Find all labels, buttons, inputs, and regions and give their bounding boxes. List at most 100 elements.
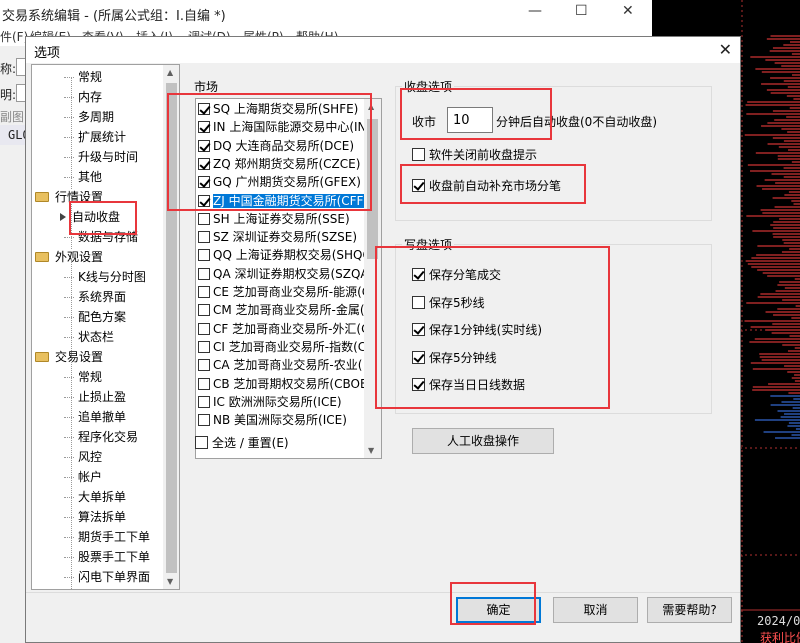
market-item-checkbox[interactable] — [198, 121, 210, 134]
tree-item-node[interactable]: K线与分时图 — [64, 268, 148, 286]
market-item[interactable]: ZJ 中国金融期货交易所(CFFE — [198, 192, 372, 210]
help-button[interactable]: 需要帮助? — [647, 597, 732, 623]
market-item[interactable]: CB 芝加哥期权交易所(CBOE — [198, 375, 368, 393]
market-item-checkbox[interactable] — [198, 322, 210, 335]
tree-item-node[interactable]: 闪电下单界面 — [64, 568, 152, 586]
write-option-checkbox[interactable]: 保存分笔成交 — [412, 267, 501, 283]
market-item[interactable]: SQ 上海期货交易所(SHFE) — [198, 100, 358, 118]
tree-item-node[interactable]: 止损止盈 — [64, 388, 128, 406]
tree-item-node[interactable]: 帐户 — [64, 468, 104, 486]
scroll-down-icon[interactable]: ▼ — [167, 577, 173, 586]
market-scroll-down-icon[interactable]: ▼ — [368, 446, 374, 455]
tree-item-node[interactable]: 其他 — [64, 168, 104, 186]
market-item[interactable]: DQ 大连商品交易所(DCE) — [198, 137, 354, 155]
market-item[interactable]: ZQ 郑州期货交易所(CZCE) — [198, 155, 360, 173]
market-item-checkbox[interactable] — [198, 267, 210, 280]
market-scroll-thumb[interactable] — [367, 119, 378, 259]
market-item-checkbox[interactable] — [198, 103, 210, 115]
tree-item-node[interactable]: 自动收盘 — [60, 208, 123, 226]
market-item-checkbox[interactable] — [198, 231, 210, 244]
scroll-up-icon[interactable]: ▲ — [167, 68, 173, 77]
market-item-checkbox[interactable] — [198, 249, 210, 262]
market-item[interactable]: IN 上海国际能源交易中心(IN — [198, 118, 367, 136]
market-item-checkbox[interactable] — [198, 212, 210, 225]
market-item-checkbox[interactable] — [198, 157, 210, 170]
tree-item-node[interactable]: 常规 — [64, 68, 104, 86]
close-option-checkbox[interactable]: 软件关闭前收盘提示 — [412, 147, 537, 163]
market-item[interactable]: QA 深圳证券期权交易(SZQA — [198, 265, 369, 283]
tree-item-node[interactable]: 大单拆单 — [64, 488, 128, 506]
ok-button[interactable]: 确定 — [456, 597, 541, 623]
tree-item-node[interactable]: 常规 — [64, 368, 104, 386]
market-item[interactable]: NB 美国洲际交易所(ICE) — [198, 411, 347, 429]
write-option-checkbox[interactable]: 保存当日日线数据 — [412, 377, 525, 393]
write-option-checkbox[interactable]: 保存1分钟线(实时线) — [412, 322, 542, 338]
tree-item-node[interactable]: 期货手工下单 — [64, 528, 152, 546]
select-all-checkbox[interactable]: 全选 / 重置(E) — [195, 435, 289, 451]
tree-item-node[interactable]: 多周期 — [64, 108, 116, 126]
market-item[interactable]: QQ 上海证券期权交易(SHQO — [198, 246, 372, 264]
market-item-label: IN 上海国际能源交易中心(IN — [213, 120, 367, 135]
market-item-checkbox[interactable] — [198, 194, 210, 207]
market-item[interactable]: SH 上海证券交易所(SSE) — [198, 210, 350, 228]
market-item[interactable]: CF 芝加哥商业交易所-外汇(C — [198, 320, 370, 338]
market-item[interactable]: CI 芝加哥商业交易所-指数(C — [198, 338, 366, 356]
tree-item-node[interactable]: 数据与存储 — [64, 228, 140, 246]
checkbox-box[interactable] — [412, 295, 425, 309]
tree-item-node[interactable]: 风控 — [64, 448, 104, 466]
checkbox-box[interactable] — [412, 268, 425, 281]
tree-group-node[interactable]: 外观设置 — [35, 248, 105, 266]
minimize-icon[interactable]: — — [528, 3, 542, 19]
close-minutes-input[interactable] — [447, 107, 493, 133]
manual-close-button[interactable]: 人工收盘操作 — [412, 428, 554, 454]
market-item[interactable]: CM 芝加哥商业交易所-金属( — [198, 301, 365, 319]
write-option-checkbox[interactable]: 保存5秒线 — [412, 295, 485, 311]
market-item[interactable]: SZ 深圳证券交易所(SZSE) — [198, 228, 357, 246]
checkbox-box[interactable] — [412, 323, 425, 336]
tree-node-label: 止损止盈 — [78, 390, 127, 404]
market-item-checkbox[interactable] — [198, 377, 210, 390]
tree-item-node[interactable]: 配色方案 — [64, 308, 128, 326]
checkbox-box[interactable] — [412, 179, 425, 192]
market-item-checkbox[interactable] — [198, 359, 210, 372]
checkbox-box[interactable] — [412, 148, 425, 161]
market-item[interactable]: CE 芝加哥商业交易所-能源(C — [198, 283, 370, 301]
market-item-checkbox[interactable] — [198, 176, 210, 189]
tree-item-node[interactable]: 程序化交易 — [64, 428, 140, 446]
tree-item-node[interactable]: 股票手工下单 — [64, 548, 152, 566]
tree-item-node[interactable]: 追单撤单 — [64, 408, 128, 426]
tree-item-node[interactable]: 升级与时间 — [64, 148, 140, 166]
tree-item-node[interactable]: 内存 — [64, 88, 104, 106]
parent-window-title: 交易系统编辑 - (所属公式组：I.自编 *) — [2, 9, 226, 24]
close-option-checkbox[interactable]: 收盘前自动补充市场分笔 — [412, 178, 561, 194]
market-scroll-up-icon[interactable]: ▲ — [368, 102, 374, 111]
select-all-box[interactable] — [195, 436, 208, 449]
close-options-title: 收盘选项 — [402, 78, 455, 95]
market-item-checkbox[interactable] — [198, 286, 210, 298]
tree-item-node[interactable]: 状态栏 — [64, 328, 116, 346]
checkbox-box[interactable] — [412, 350, 425, 364]
checkbox-box[interactable] — [412, 378, 425, 391]
tree-scroll-thumb[interactable] — [166, 83, 177, 573]
market-item-checkbox[interactable] — [198, 304, 210, 317]
tree-group-node[interactable]: 交易设置 — [35, 348, 105, 366]
tree-scrollbar[interactable]: ▲ ▼ — [163, 65, 179, 589]
write-option-checkbox[interactable]: 保存5分钟线 — [412, 350, 497, 366]
market-item-checkbox[interactable] — [198, 414, 210, 427]
tree-item-node[interactable]: 系统界面 — [64, 288, 128, 306]
tree-node-label: 行情设置 — [55, 190, 104, 204]
maximize-icon[interactable]: ☐ — [575, 3, 588, 19]
market-item-checkbox[interactable] — [198, 340, 210, 353]
tree-item-node[interactable]: 算法拆单 — [64, 508, 128, 526]
cancel-button[interactable]: 取消 — [553, 597, 638, 623]
market-item[interactable]: CA 芝加哥商业交易所-农业( — [198, 356, 362, 374]
market-scrollbar[interactable]: ▲ ▼ — [364, 99, 381, 458]
market-item-checkbox[interactable] — [198, 139, 210, 152]
market-item-checkbox[interactable] — [198, 395, 210, 408]
dialog-close-icon[interactable]: ✕ — [719, 40, 732, 59]
tree-item-node[interactable]: 扩展统计 — [64, 128, 128, 146]
market-item[interactable]: IC 欧洲洲际交易所(ICE) — [198, 393, 342, 411]
tree-group-node[interactable]: 行情设置 — [35, 188, 105, 206]
close-icon[interactable]: ✕ — [622, 3, 634, 19]
market-item[interactable]: GQ 广州期货交易所(GFEX) — [198, 173, 361, 191]
